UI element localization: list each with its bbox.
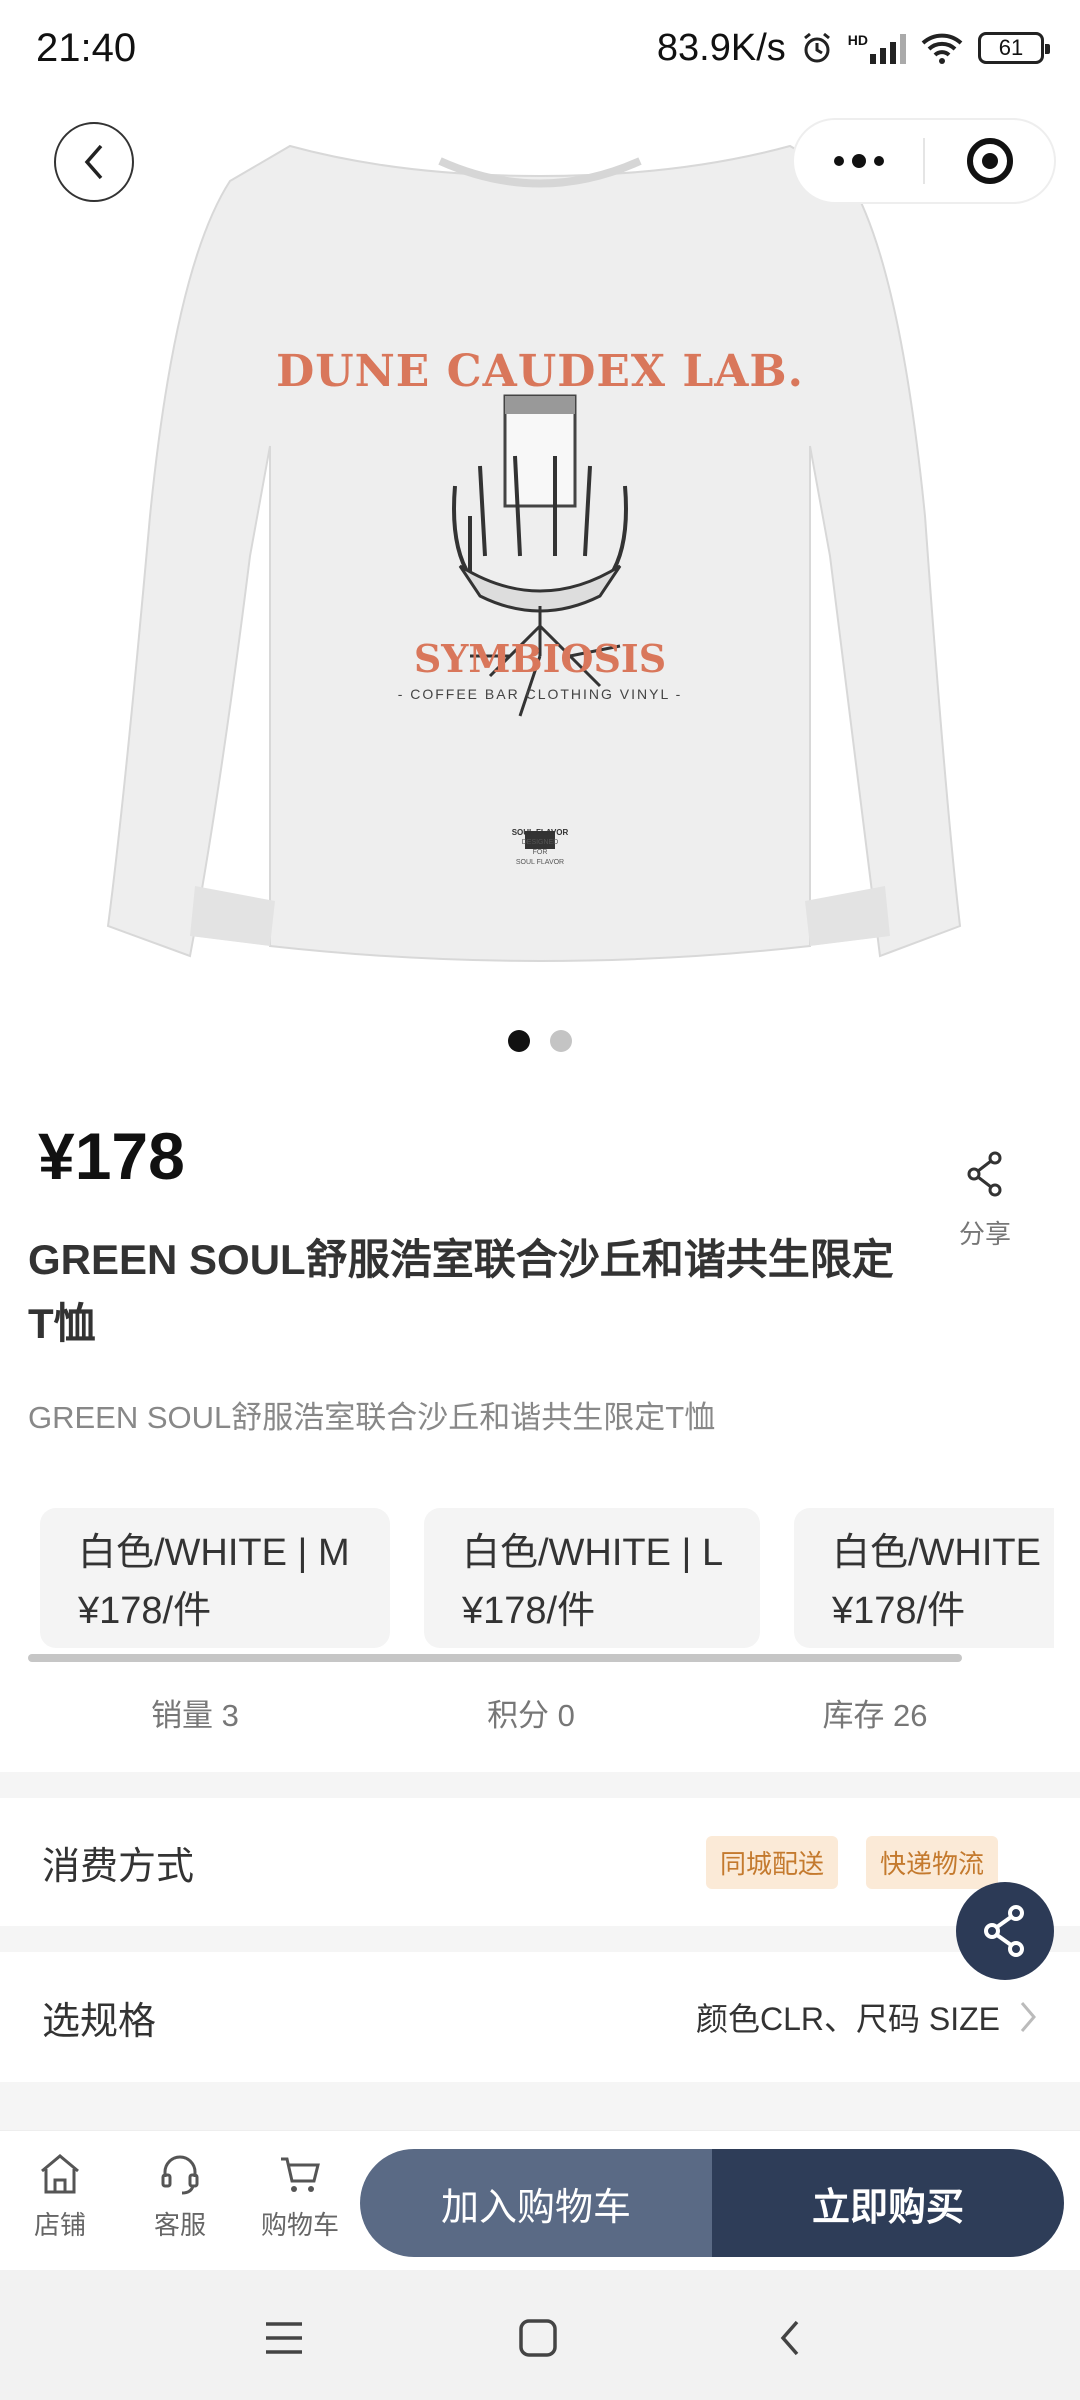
shirt-sub-print: - COFFEE BAR CLOTHING VINYL -	[397, 686, 683, 702]
tag-local-delivery: 同城配送	[705, 1835, 838, 1889]
battery-level: 61	[998, 35, 1024, 60]
shirt-tagline-print: SYMBIOSIS	[413, 636, 667, 681]
share-label: 分享	[958, 1219, 1011, 1249]
section-divider	[0, 2082, 1080, 2130]
store-icon	[41, 2154, 79, 2194]
back-button[interactable]	[54, 122, 134, 202]
buy-now-button[interactable]: 立即购买	[712, 2149, 1064, 2257]
shirt-small-logo: SOUL FLAVOR DESIGNED FOR SOUL FLAVOR	[0, 828, 1080, 868]
more-button[interactable]	[794, 120, 923, 202]
share-icon	[984, 1905, 1024, 1957]
target-icon	[966, 138, 1013, 184]
section-divider	[0, 1772, 1080, 1798]
cart-icon	[281, 2157, 320, 2192]
sku-name: 白色/WHITE | M	[78, 1532, 350, 1574]
add-to-cart-button[interactable]: 加入购物车	[360, 2149, 712, 2257]
consumption-method-label: 消费方式	[42, 1845, 195, 1888]
system-navigation-bar	[0, 2270, 1080, 2400]
share-button[interactable]: 分享	[950, 1150, 1020, 1251]
tag-express: 快递物流	[865, 1835, 998, 1889]
product-stats: 销量 3 积分 0 库存 26	[0, 1690, 1080, 1744]
store-label: 店铺	[33, 2210, 86, 2240]
status-icons: 83.9K/s HD 61	[656, 26, 1050, 70]
product-image-carousel[interactable]: DUNE CAUDEX LAB. SYMBIOSIS - COFFEE BAR …	[0, 96, 1080, 1026]
customer-service-label: 客服	[153, 2210, 206, 2240]
sku-price: ¥178/件	[462, 1590, 596, 1632]
menu-icon	[266, 2322, 302, 2354]
store-button[interactable]: 店铺	[5, 2151, 115, 2242]
sku-card[interactable]: 白色/WHITE | L ¥178/件	[424, 1508, 760, 1648]
spec-value: 颜色CLR、尺码 SIZE	[695, 2001, 1000, 2037]
sku-card[interactable]: 白色/WHITE ¥178/件	[794, 1508, 1054, 1648]
sku-price: ¥178/件	[78, 1590, 212, 1632]
tshirt-image	[106, 144, 962, 962]
share-icon	[967, 1151, 1002, 1197]
sku-name: 白色/WHITE | L	[462, 1532, 724, 1574]
small-logo-line-4: SOUL FLAVOR	[515, 859, 565, 866]
battery-icon: 61	[978, 32, 1050, 64]
carousel-indicators	[0, 1030, 1080, 1052]
chevron-left-icon	[84, 144, 103, 180]
system-back-button[interactable]	[760, 2308, 820, 2368]
menu-button[interactable]	[254, 2308, 314, 2368]
chevron-right-icon	[1020, 2002, 1036, 2032]
product-title: GREEN SOUL舒服浩室联合沙丘和谐共生限定T恤	[28, 1236, 894, 1347]
home-button[interactable]	[508, 2308, 568, 2368]
sales-count: 销量 3	[151, 1698, 239, 1733]
home-square-icon	[519, 2319, 557, 2357]
small-logo-line-1: SOUL FLAVOR	[511, 828, 569, 837]
points-count: 积分 0	[487, 1698, 575, 1733]
alarm-icon	[803, 32, 830, 63]
carousel-dot-2[interactable]	[550, 1030, 572, 1052]
cart-button[interactable]: 购物车	[245, 2151, 355, 2242]
select-spec-label: 选规格	[42, 2000, 157, 2043]
spec-summary: 颜色CLR、尺码 SIZE	[696, 1994, 1038, 2040]
headset-icon	[161, 2155, 199, 2195]
bottom-action-bar: 店铺 客服 购物车 加入购物车 立即购买	[0, 2130, 1080, 2270]
hd-label: HD	[847, 32, 868, 48]
floating-share-button[interactable]	[956, 1882, 1054, 1980]
network-speed: 83.9K/s	[656, 26, 786, 69]
cart-label: 购物车	[260, 2210, 339, 2240]
carousel-dot-1[interactable]	[508, 1030, 530, 1052]
sku-list[interactable]: 白色/WHITE | M ¥178/件 白色/WHITE | L ¥178/件 …	[28, 1508, 1054, 1648]
more-icon	[833, 154, 884, 168]
status-bar: 21:40 83.9K/s HD 61	[0, 0, 1080, 96]
small-logo-line-3: FOR	[532, 849, 548, 856]
status-time: 21:40	[36, 25, 137, 70]
signal-icon: HD	[848, 32, 906, 64]
consumption-method-row[interactable]: 消费方式 同城配送 快递物流	[0, 1798, 1080, 1926]
product-price: ¥178	[38, 1119, 185, 1193]
shirt-brand-print: DUNE CAUDEX LAB.	[276, 346, 804, 397]
back-arrow-icon	[780, 2320, 799, 2356]
sku-price: ¥178/件	[832, 1590, 966, 1632]
product-subtitle: GREEN SOUL舒服浩室联合沙丘和谐共生限定T恤	[28, 1400, 716, 1435]
small-logo-line-2: DESIGNED	[521, 839, 559, 846]
customer-service-button[interactable]: 客服	[125, 2151, 235, 2242]
sku-card[interactable]: 白色/WHITE | M ¥178/件	[40, 1508, 390, 1648]
sku-name: 白色/WHITE	[832, 1532, 1041, 1574]
delivery-tags: 同城配送 快递物流	[705, 1835, 998, 1889]
sku-scrollbar[interactable]	[28, 1654, 962, 1662]
section-divider	[0, 1926, 1080, 1952]
close-miniprogram-button[interactable]	[925, 120, 1054, 202]
wifi-icon	[921, 33, 963, 64]
select-spec-row[interactable]: 选规格 颜色CLR、尺码 SIZE	[0, 1952, 1080, 2082]
miniprogram-capsule	[792, 118, 1056, 204]
stock-count: 库存 26	[822, 1698, 928, 1733]
